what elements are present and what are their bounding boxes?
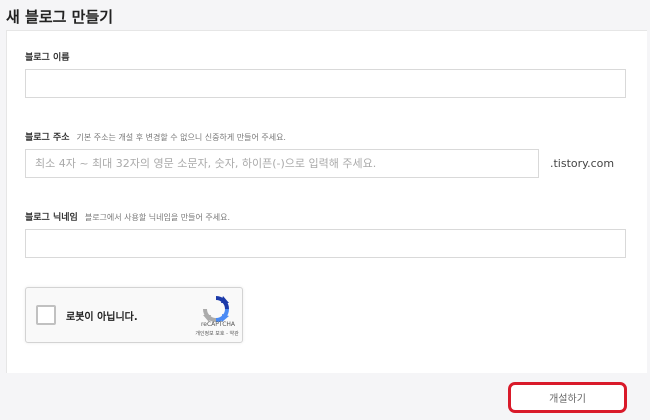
blog-nickname-hint: 블로그에서 사용할 닉네임을 만들어 주세요. bbox=[84, 213, 231, 222]
blog-address-label: 블로그 주소 bbox=[25, 133, 70, 143]
recaptcha-widget: 로봇이 아닙니다. reCAPTCHA 개인정보 보호 - 약관 bbox=[25, 287, 243, 343]
domain-suffix: .tistory.com bbox=[550, 157, 615, 170]
blog-address-label-row: 블로그 주소 기본 주소는 개설 후 변경할 수 없으니 신중하게 만들어 주세… bbox=[25, 130, 286, 143]
blog-name-label: 블로그 이름 bbox=[25, 53, 70, 63]
blog-address-input[interactable] bbox=[25, 149, 539, 178]
blog-nickname-label: 블로그 닉네임 bbox=[25, 213, 78, 223]
recaptcha-brand: reCAPTCHA bbox=[200, 321, 236, 328]
blog-address-hint: 기본 주소는 개설 후 변경할 수 없으니 신중하게 만들어 주세요. bbox=[76, 133, 286, 142]
recaptcha-links[interactable]: 개인정보 보호 - 약관 bbox=[184, 330, 250, 337]
blog-nickname-input[interactable] bbox=[25, 229, 626, 258]
create-blog-button[interactable]: 개설하기 bbox=[508, 382, 627, 413]
recaptcha-label: 로봇이 아닙니다. bbox=[66, 312, 138, 323]
blog-name-input[interactable] bbox=[25, 69, 626, 98]
page-title: 새 블로그 만들기 bbox=[6, 8, 114, 26]
create-blog-button-label: 개설하기 bbox=[549, 394, 586, 405]
blog-name-label-row: 블로그 이름 bbox=[25, 50, 70, 63]
recaptcha-icon bbox=[203, 296, 229, 322]
blog-nickname-label-row: 블로그 닉네임 블로그에서 사용할 닉네임을 만들어 주세요. bbox=[25, 210, 230, 223]
recaptcha-checkbox[interactable] bbox=[36, 305, 56, 325]
